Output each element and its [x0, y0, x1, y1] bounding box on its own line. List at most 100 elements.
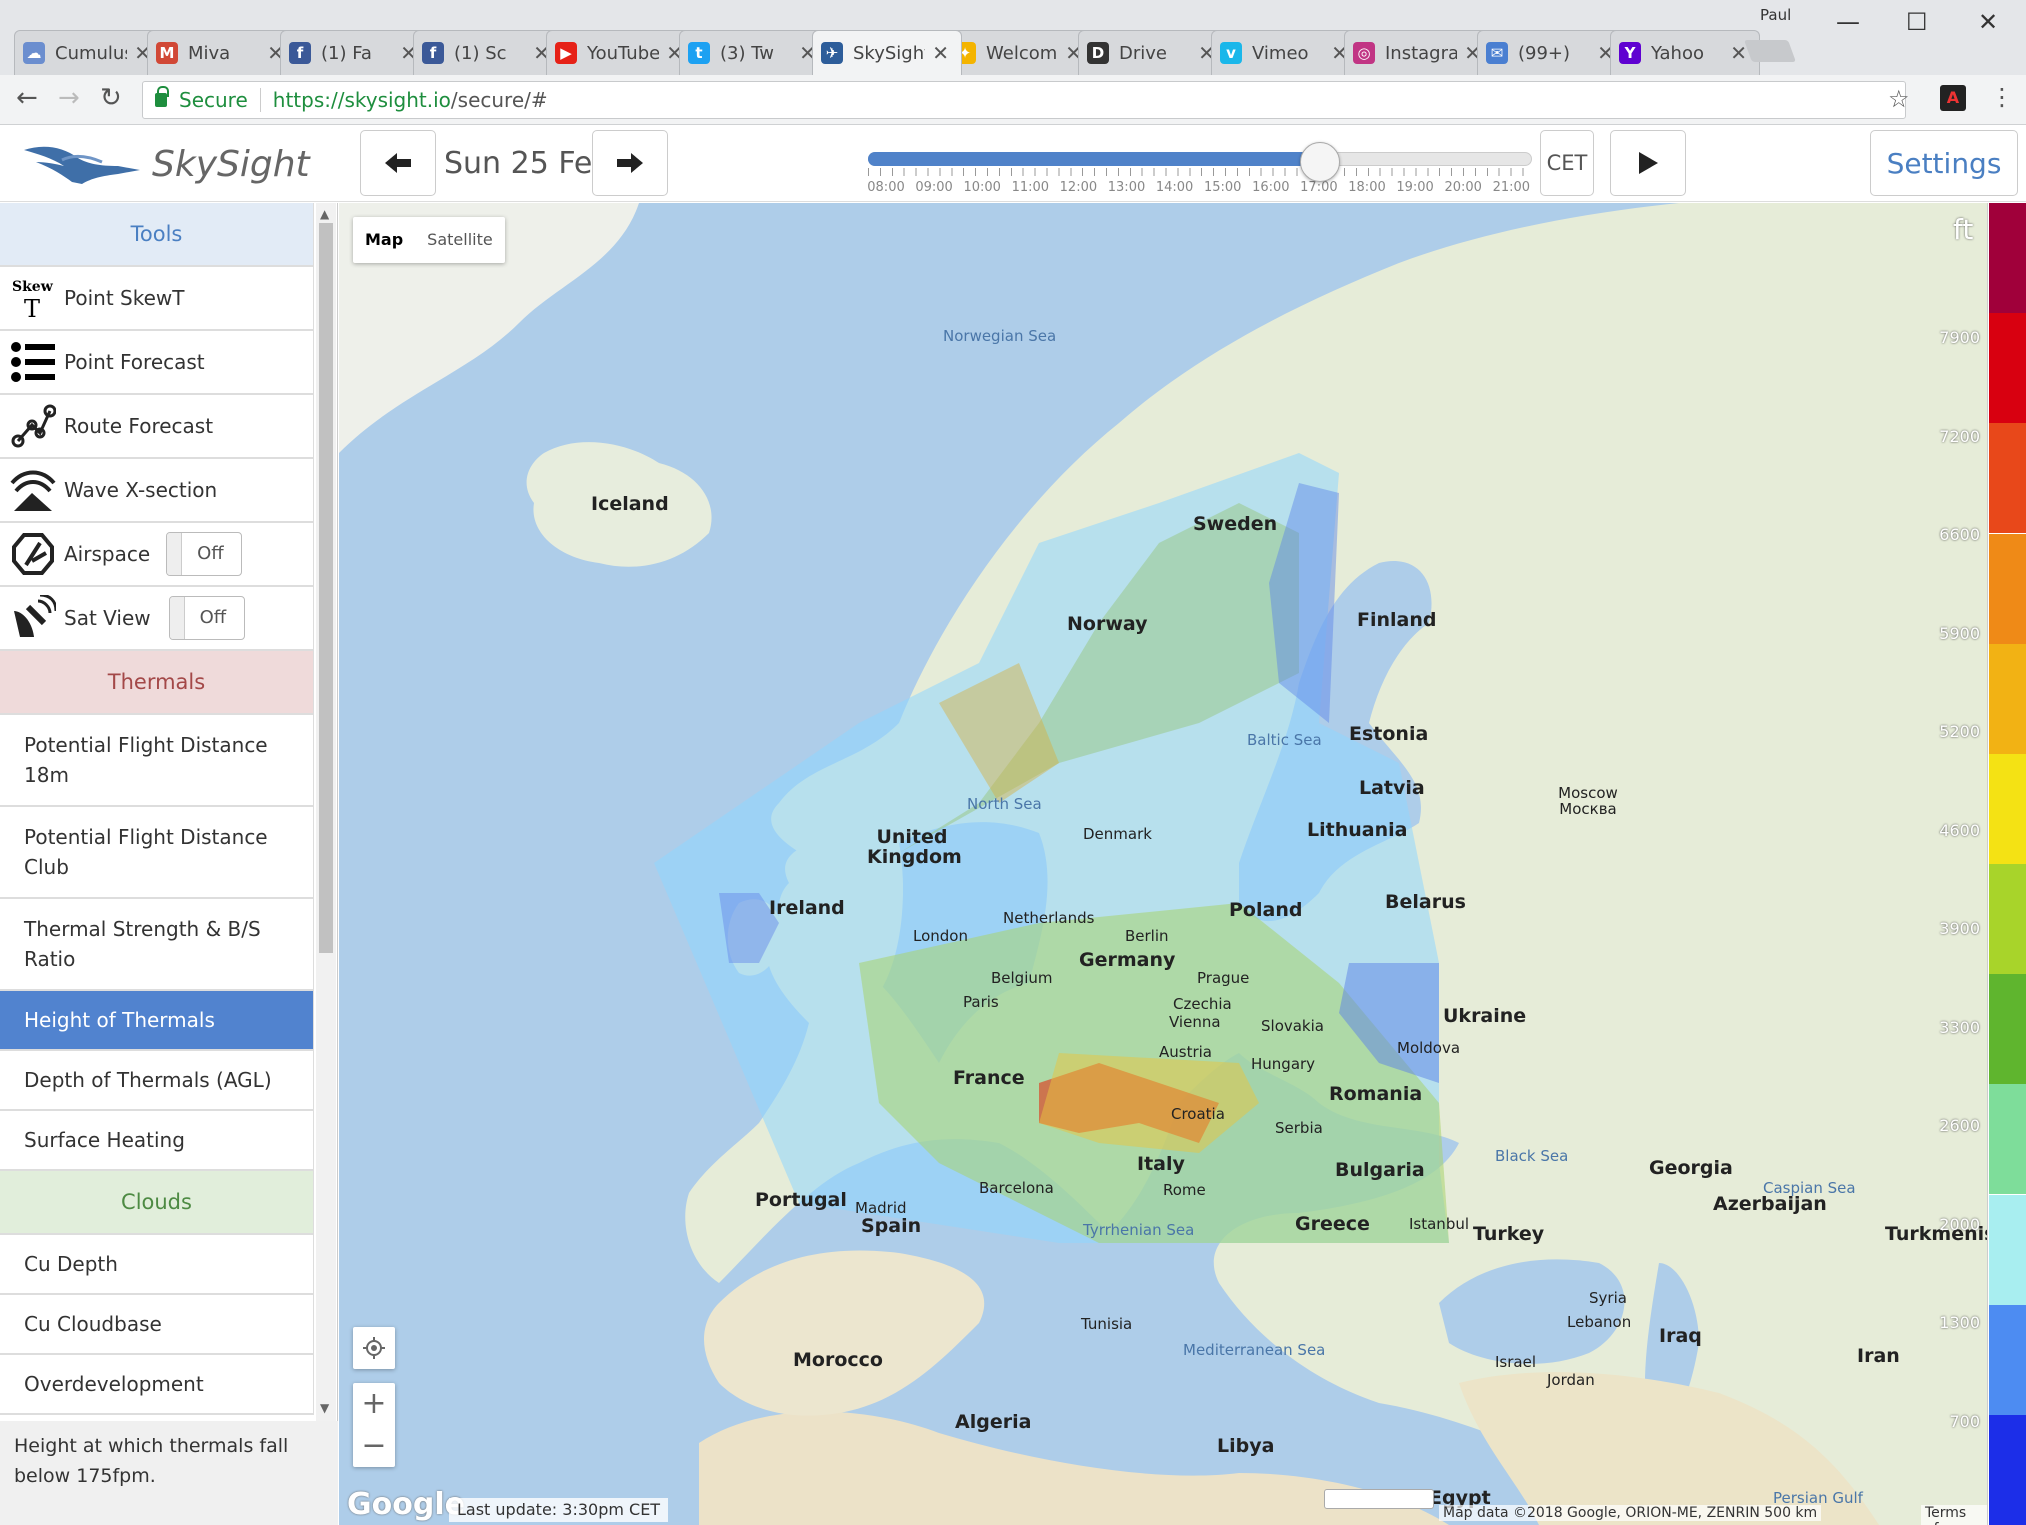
- layer-depth-of-thermals[interactable]: Depth of Thermals (AGL): [0, 1051, 314, 1111]
- tab-close-icon[interactable]: ✕: [1730, 41, 1747, 65]
- label-netherlands: Netherlands: [1003, 909, 1095, 927]
- label-ireland: Ireland: [769, 897, 845, 919]
- scale-swatch: [1989, 313, 2026, 424]
- layer-potential-flight-distance-club[interactable]: Potential Flight Distance Club: [0, 807, 314, 899]
- play-button[interactable]: [1610, 130, 1686, 196]
- layer-thermal-strength[interactable]: Thermal Strength & B/S Ratio: [0, 899, 314, 991]
- label-prague: Prague: [1197, 969, 1250, 987]
- label-rome: Rome: [1163, 1181, 1206, 1199]
- arrow-right-icon: [617, 153, 643, 173]
- sat-view-toggle[interactable]: Off: [168, 596, 245, 640]
- new-tab-button[interactable]: [1743, 40, 1797, 62]
- scale-swatch: [1989, 974, 2026, 1085]
- map-type-map[interactable]: Map: [353, 217, 415, 263]
- browser-tab[interactable]: ◎Instagram✕: [1344, 30, 1494, 75]
- svg-text:Skew: Skew: [12, 279, 54, 295]
- label-spain: Spain: [861, 1215, 922, 1237]
- label-moldova: Moldova: [1397, 1039, 1461, 1057]
- tool-wave-xsection[interactable]: Wave X-section: [0, 459, 314, 523]
- settings-button[interactable]: Settings: [1870, 130, 2018, 196]
- tool-point-forecast[interactable]: Point Forecast: [0, 331, 314, 395]
- next-day-button[interactable]: [592, 130, 668, 196]
- prev-day-button[interactable]: [360, 130, 436, 196]
- close-window-icon[interactable]: ✕: [1978, 8, 1998, 36]
- hour-tick-label: 18:00: [1348, 180, 1386, 195]
- tab-favicon-icon: D: [1087, 42, 1109, 64]
- scroll-down-icon[interactable]: ▼: [320, 1401, 329, 1415]
- secure-label: Secure: [179, 88, 248, 112]
- browser-tab[interactable]: f (1) Sc ✕: [413, 30, 563, 75]
- label-mediterranean-sea: Mediterranean Sea: [1183, 1341, 1326, 1359]
- scale-swatch: [1989, 753, 2026, 864]
- hour-tick-label: 17:00: [1300, 180, 1338, 195]
- hour-tick-label: 20:00: [1444, 180, 1482, 195]
- tool-airspace[interactable]: Airspace Off: [0, 523, 314, 587]
- airspace-toggle[interactable]: Off: [166, 532, 243, 576]
- back-icon[interactable]: ←: [16, 83, 38, 113]
- layer-cu-depth[interactable]: Cu Depth: [0, 1235, 314, 1295]
- tool-route-forecast[interactable]: Route Forecast: [0, 395, 314, 459]
- sidebar-scroll-thumb[interactable]: [319, 223, 333, 953]
- tool-point-skewt[interactable]: Skew T Point SkewT: [0, 267, 314, 331]
- scale-swatch: [1989, 1304, 2026, 1415]
- play-icon: [1639, 152, 1658, 174]
- label-lithuania: Lithuania: [1307, 819, 1408, 841]
- unit-label: ft: [1953, 213, 1974, 246]
- browser-tab[interactable]: ✈ SkySight ✕: [812, 30, 962, 75]
- tab-close-icon[interactable]: ✕: [932, 41, 949, 65]
- scale-swatch: [1989, 864, 2026, 975]
- locate-me-button[interactable]: [353, 1327, 395, 1369]
- reload-icon[interactable]: ↻: [100, 83, 122, 113]
- bookmark-star-icon[interactable]: ☆: [1888, 85, 1910, 113]
- layer-potential-flight-distance-18m[interactable]: Potential Flight Distance 18m: [0, 715, 314, 807]
- layer-cu-cloudbase[interactable]: Cu Cloudbase: [0, 1295, 314, 1355]
- layer-overdevelopment[interactable]: Overdevelopment: [0, 1355, 314, 1415]
- browser-tab[interactable]: M Miva ✕: [147, 30, 297, 75]
- maximize-icon[interactable]: ☐: [1906, 8, 1928, 36]
- label-slovakia: Slovakia: [1261, 1017, 1324, 1035]
- label-united-kingdom: United Kingdom: [867, 826, 962, 868]
- browser-tab[interactable]: D Drive ✕: [1078, 30, 1228, 75]
- label-morocco: Morocco: [793, 1349, 883, 1371]
- terms-link[interactable]: Terms of: [1921, 1505, 1987, 1525]
- profile-name[interactable]: Paul: [1760, 6, 1791, 24]
- pdf-extension-icon[interactable]: A: [1940, 85, 1966, 111]
- tab-favicon-icon: t: [688, 42, 710, 64]
- color-scale: [1987, 203, 2026, 1525]
- browser-tab[interactable]: ☁ Cumulus ✕: [14, 30, 164, 75]
- label-paris: Paris: [963, 993, 999, 1011]
- layer-surface-heating[interactable]: Surface Heating: [0, 1111, 314, 1171]
- tool-sat-view[interactable]: Sat View Off: [0, 587, 314, 651]
- zoom-slider[interactable]: [1324, 1489, 1434, 1509]
- scroll-up-icon[interactable]: ▲: [320, 207, 329, 221]
- browser-tab[interactable]: Y Yahoo ✕: [1610, 30, 1760, 75]
- timezone-button[interactable]: CET: [1540, 130, 1594, 196]
- browser-menu-icon[interactable]: ⋮: [1990, 83, 2014, 111]
- hour-tick-label: 09:00: [915, 180, 953, 195]
- browser-tab[interactable]: t (3) Tw ✕: [679, 30, 829, 75]
- scale-value-label: 1300: [1939, 1313, 1980, 1332]
- minimize-icon[interactable]: —: [1836, 8, 1860, 36]
- map-type-satellite[interactable]: Satellite: [415, 217, 505, 263]
- browser-tab[interactable]: f (1) Fa ✕: [280, 30, 430, 75]
- zoom-in-button[interactable]: +: [353, 1383, 395, 1425]
- zoom-out-button[interactable]: −: [353, 1425, 395, 1467]
- browser-tab[interactable]: v Vimeo ✕: [1211, 30, 1361, 75]
- browser-tab[interactable]: ▶ YouTube ✕: [546, 30, 696, 75]
- svg-text:T: T: [24, 295, 40, 321]
- forward-icon[interactable]: →: [58, 83, 80, 113]
- scale-value-label: 7200: [1939, 426, 1980, 446]
- browser-tab-bar: ☁ Cumulus ✕ M Miva ✕ f (1) Fa ✕ f (1) Sc ✕ ▶ YouTube ✕…: [0, 0, 2026, 75]
- list-icon: [8, 337, 58, 387]
- browser-tab[interactable]: ✉ (99+) ✕: [1477, 30, 1627, 75]
- label-barcelona: Barcelona: [979, 1179, 1054, 1197]
- layer-height-of-thermals[interactable]: Height of Thermals: [0, 991, 314, 1051]
- map-canvas[interactable]: Iceland Sweden Norway Finland Estonia La…: [339, 203, 1987, 1525]
- label-austria: Austria: [1159, 1043, 1212, 1061]
- time-slider[interactable]: 08:00 09:00 10:00 11:00 12:00 13:00 14:00 15:00…: [867, 142, 1532, 195]
- browser-tab[interactable]: ✦Welcome✕: [945, 30, 1095, 75]
- time-slider-handle[interactable]: [1300, 142, 1340, 182]
- hour-tick-label: 08:00: [867, 180, 905, 195]
- url-input[interactable]: Secure https://skysight.io/secure/#: [142, 81, 1906, 119]
- tab-favicon-icon: ✉: [1486, 42, 1508, 64]
